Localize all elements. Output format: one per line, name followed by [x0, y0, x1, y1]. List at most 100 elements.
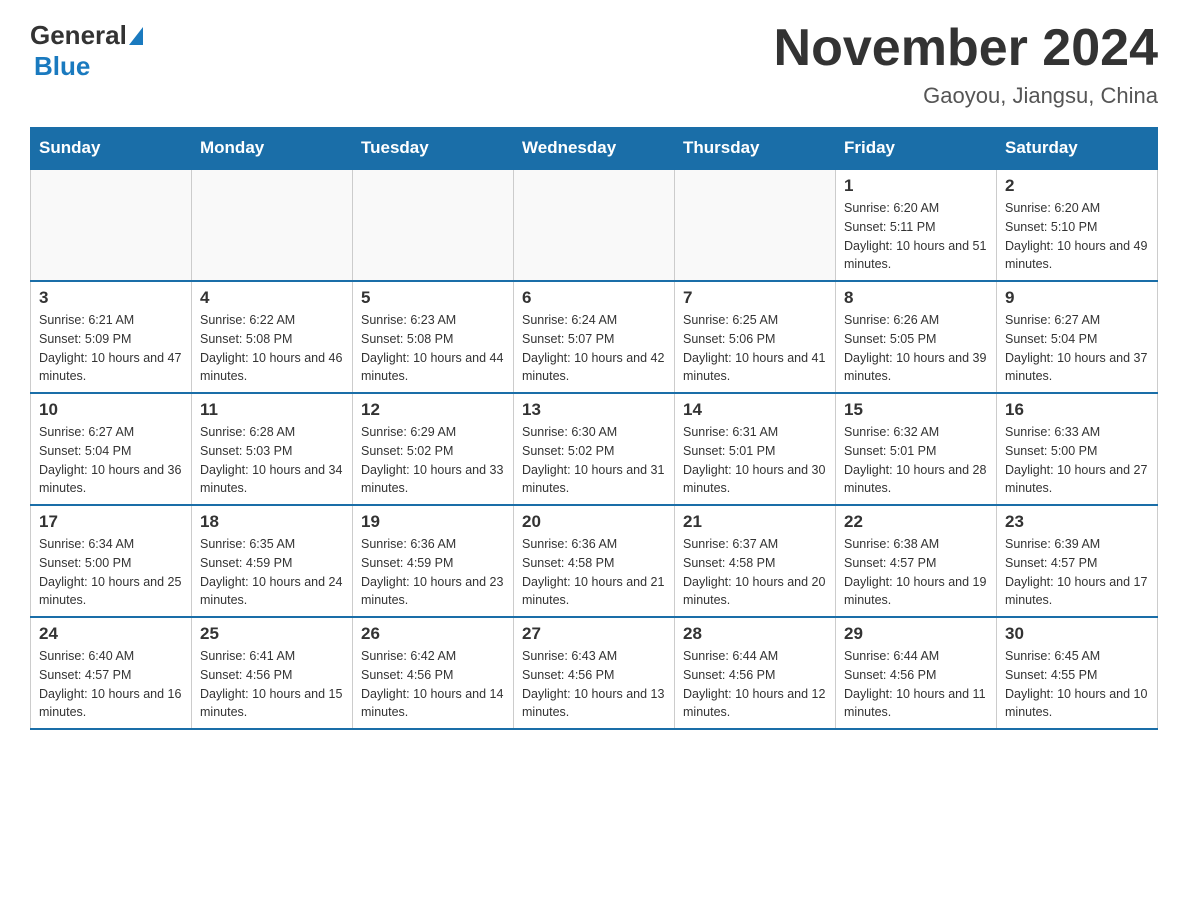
table-row: 4 Sunrise: 6:22 AMSunset: 5:08 PMDaylight…	[192, 281, 353, 393]
day-info: Sunrise: 6:40 AMSunset: 4:57 PMDaylight:…	[39, 647, 183, 722]
calendar-subtitle: Gaoyou, Jiangsu, China	[774, 83, 1158, 109]
logo-text: General	[30, 20, 145, 51]
table-row: 24 Sunrise: 6:40 AMSunset: 4:57 PMDayligh…	[31, 617, 192, 729]
day-number: 11	[200, 400, 344, 420]
table-row: 8 Sunrise: 6:26 AMSunset: 5:05 PMDaylight…	[836, 281, 997, 393]
day-info: Sunrise: 6:31 AMSunset: 5:01 PMDaylight:…	[683, 423, 827, 498]
day-info: Sunrise: 6:41 AMSunset: 4:56 PMDaylight:…	[200, 647, 344, 722]
day-info: Sunrise: 6:34 AMSunset: 5:00 PMDaylight:…	[39, 535, 183, 610]
day-number: 21	[683, 512, 827, 532]
day-number: 1	[844, 176, 988, 196]
header-thursday: Thursday	[675, 128, 836, 170]
day-info: Sunrise: 6:44 AMSunset: 4:56 PMDaylight:…	[683, 647, 827, 722]
table-row	[514, 169, 675, 281]
day-number: 16	[1005, 400, 1149, 420]
table-row: 28 Sunrise: 6:44 AMSunset: 4:56 PMDayligh…	[675, 617, 836, 729]
table-row: 20 Sunrise: 6:36 AMSunset: 4:58 PMDayligh…	[514, 505, 675, 617]
day-info: Sunrise: 6:35 AMSunset: 4:59 PMDaylight:…	[200, 535, 344, 610]
day-info: Sunrise: 6:29 AMSunset: 5:02 PMDaylight:…	[361, 423, 505, 498]
day-info: Sunrise: 6:43 AMSunset: 4:56 PMDaylight:…	[522, 647, 666, 722]
table-row: 6 Sunrise: 6:24 AMSunset: 5:07 PMDaylight…	[514, 281, 675, 393]
day-number: 30	[1005, 624, 1149, 644]
day-info: Sunrise: 6:38 AMSunset: 4:57 PMDaylight:…	[844, 535, 988, 610]
day-info: Sunrise: 6:33 AMSunset: 5:00 PMDaylight:…	[1005, 423, 1149, 498]
day-number: 6	[522, 288, 666, 308]
table-row	[353, 169, 514, 281]
table-row	[675, 169, 836, 281]
day-number: 12	[361, 400, 505, 420]
table-row: 25 Sunrise: 6:41 AMSunset: 4:56 PMDayligh…	[192, 617, 353, 729]
day-number: 26	[361, 624, 505, 644]
header-sunday: Sunday	[31, 128, 192, 170]
day-number: 2	[1005, 176, 1149, 196]
day-info: Sunrise: 6:22 AMSunset: 5:08 PMDaylight:…	[200, 311, 344, 386]
table-row: 9 Sunrise: 6:27 AMSunset: 5:04 PMDaylight…	[997, 281, 1158, 393]
day-info: Sunrise: 6:24 AMSunset: 5:07 PMDaylight:…	[522, 311, 666, 386]
header-saturday: Saturday	[997, 128, 1158, 170]
header-wednesday: Wednesday	[514, 128, 675, 170]
day-number: 8	[844, 288, 988, 308]
day-number: 18	[200, 512, 344, 532]
day-number: 7	[683, 288, 827, 308]
table-row: 1Sunrise: 6:20 AMSunset: 5:11 PMDaylight…	[836, 169, 997, 281]
table-row: 16 Sunrise: 6:33 AMSunset: 5:00 PMDayligh…	[997, 393, 1158, 505]
day-info: Sunrise: 6:45 AMSunset: 4:55 PMDaylight:…	[1005, 647, 1149, 722]
day-info: Sunrise: 6:21 AMSunset: 5:09 PMDaylight:…	[39, 311, 183, 386]
calendar-week-row: 24 Sunrise: 6:40 AMSunset: 4:57 PMDayligh…	[31, 617, 1158, 729]
day-number: 24	[39, 624, 183, 644]
table-row: 30 Sunrise: 6:45 AMSunset: 4:55 PMDayligh…	[997, 617, 1158, 729]
day-info: Sunrise: 6:39 AMSunset: 4:57 PMDaylight:…	[1005, 535, 1149, 610]
day-info: Sunrise: 6:23 AMSunset: 5:08 PMDaylight:…	[361, 311, 505, 386]
table-row	[31, 169, 192, 281]
calendar-title: November 2024	[774, 20, 1158, 77]
table-row: 2Sunrise: 6:20 AMSunset: 5:10 PMDaylight…	[997, 169, 1158, 281]
header-tuesday: Tuesday	[353, 128, 514, 170]
day-number: 4	[200, 288, 344, 308]
day-number: 27	[522, 624, 666, 644]
day-info: Sunrise: 6:37 AMSunset: 4:58 PMDaylight:…	[683, 535, 827, 610]
logo-blue-text: Blue	[34, 51, 90, 81]
table-row: 15Sunrise: 6:32 AMSunset: 5:01 PMDayligh…	[836, 393, 997, 505]
table-row: 7 Sunrise: 6:25 AMSunset: 5:06 PMDaylight…	[675, 281, 836, 393]
day-number: 19	[361, 512, 505, 532]
table-row	[192, 169, 353, 281]
table-row: 11 Sunrise: 6:28 AMSunset: 5:03 PMDayligh…	[192, 393, 353, 505]
calendar-week-row: 10 Sunrise: 6:27 AMSunset: 5:04 PMDayligh…	[31, 393, 1158, 505]
table-row: 23 Sunrise: 6:39 AMSunset: 4:57 PMDayligh…	[997, 505, 1158, 617]
day-number: 14	[683, 400, 827, 420]
day-number: 9	[1005, 288, 1149, 308]
table-row: 12 Sunrise: 6:29 AMSunset: 5:02 PMDayligh…	[353, 393, 514, 505]
day-number: 10	[39, 400, 183, 420]
day-number: 23	[1005, 512, 1149, 532]
table-row: 18 Sunrise: 6:35 AMSunset: 4:59 PMDayligh…	[192, 505, 353, 617]
title-area: November 2024 Gaoyou, Jiangsu, China	[774, 20, 1158, 109]
day-info: Sunrise: 6:27 AMSunset: 5:04 PMDaylight:…	[1005, 311, 1149, 386]
table-row: 21 Sunrise: 6:37 AMSunset: 4:58 PMDayligh…	[675, 505, 836, 617]
table-row: 27 Sunrise: 6:43 AMSunset: 4:56 PMDayligh…	[514, 617, 675, 729]
page-header: General Blue November 2024 Gaoyou, Jiang…	[30, 20, 1158, 109]
table-row: 17Sunrise: 6:34 AMSunset: 5:00 PMDayligh…	[31, 505, 192, 617]
table-row: 5 Sunrise: 6:23 AMSunset: 5:08 PMDaylight…	[353, 281, 514, 393]
day-number: 28	[683, 624, 827, 644]
day-number: 5	[361, 288, 505, 308]
calendar-week-row: 17Sunrise: 6:34 AMSunset: 5:00 PMDayligh…	[31, 505, 1158, 617]
day-info: Sunrise: 6:26 AMSunset: 5:05 PMDaylight:…	[844, 311, 988, 386]
day-info: Sunrise: 6:27 AMSunset: 5:04 PMDaylight:…	[39, 423, 183, 498]
day-number: 25	[200, 624, 344, 644]
table-row: 29 Sunrise: 6:44 AMSunset: 4:56 PMDayligh…	[836, 617, 997, 729]
header-monday: Monday	[192, 128, 353, 170]
calendar-week-row: 1Sunrise: 6:20 AMSunset: 5:11 PMDaylight…	[31, 169, 1158, 281]
day-number: 13	[522, 400, 666, 420]
day-number: 22	[844, 512, 988, 532]
day-number: 15	[844, 400, 988, 420]
header-friday: Friday	[836, 128, 997, 170]
day-info: Sunrise: 6:44 AMSunset: 4:56 PMDaylight:…	[844, 647, 988, 722]
day-info: Sunrise: 6:25 AMSunset: 5:06 PMDaylight:…	[683, 311, 827, 386]
day-info: Sunrise: 6:36 AMSunset: 4:58 PMDaylight:…	[522, 535, 666, 610]
day-number: 20	[522, 512, 666, 532]
day-info: Sunrise: 6:28 AMSunset: 5:03 PMDaylight:…	[200, 423, 344, 498]
day-number: 3	[39, 288, 183, 308]
day-number: 29	[844, 624, 988, 644]
table-row: 19Sunrise: 6:36 AMSunset: 4:59 PMDayligh…	[353, 505, 514, 617]
table-row: 10 Sunrise: 6:27 AMSunset: 5:04 PMDayligh…	[31, 393, 192, 505]
